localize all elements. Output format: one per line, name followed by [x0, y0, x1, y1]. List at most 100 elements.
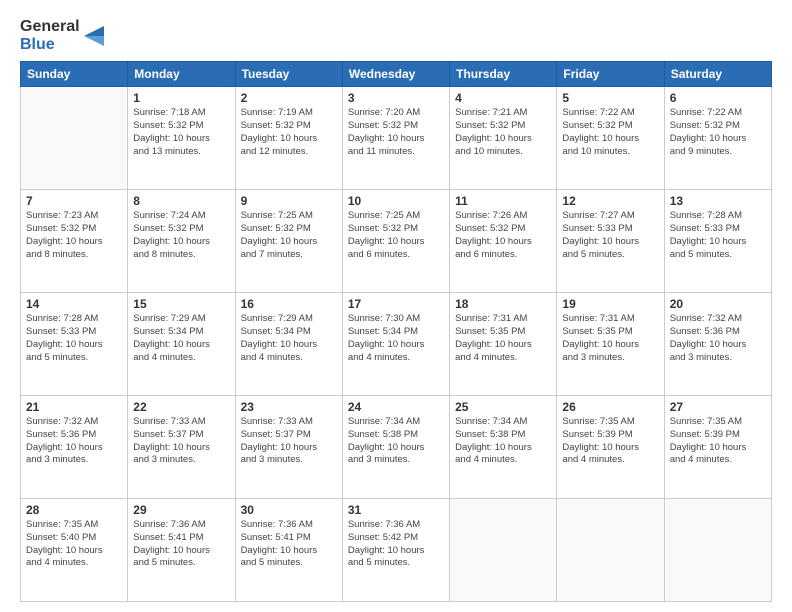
calendar-day-cell: 23 Sunrise: 7:33 AM Sunset: 5:37 PM Dayli… [235, 396, 342, 499]
day-number: 9 [241, 194, 337, 208]
day-number: 24 [348, 400, 444, 414]
calendar-day-cell: 15Sunrise: 7:29 AM Sunset: 5:34 PM Dayli… [128, 293, 235, 396]
page: General Blue SundayMondayTuesdayWednesda… [0, 0, 792, 612]
calendar-day-cell: 20Sunrise: 7:32 AM Sunset: 5:36 PM Dayli… [664, 293, 771, 396]
logo-blue: Blue [20, 36, 80, 54]
calendar-day-cell: 17 Sunrise: 7:30 AM Sunset: 5:34 PM Dayli… [342, 293, 449, 396]
day-info: Sunrise: 7:24 AM Sunset: 5:32 PM Dayligh… [133, 210, 229, 261]
day-info: Sunrise: 7:21 AM Sunset: 5:32 PM Dayligh… [455, 107, 551, 158]
day-number: 7 [26, 194, 122, 208]
day-info: Sunrise: 7:33 AM Sunset: 5:37 PM Dayligh… [133, 416, 229, 467]
calendar-day-cell: 4 Sunrise: 7:21 AM Sunset: 5:32 PM Daylig… [450, 87, 557, 190]
calendar-day-cell: 2 Sunrise: 7:19 AM Sunset: 5:32 PM Daylig… [235, 87, 342, 190]
calendar-week-row: 7 Sunrise: 7:23 AM Sunset: 5:32 PM Daylig… [21, 190, 772, 293]
day-info: Sunrise: 7:32 AM Sunset: 5:36 PM Dayligh… [26, 416, 122, 467]
calendar-table: SundayMondayTuesdayWednesdayThursdayFrid… [20, 61, 772, 602]
day-number: 29 [133, 503, 229, 517]
calendar-day-cell: 1 Sunrise: 7:18 AM Sunset: 5:32 PM Daylig… [128, 87, 235, 190]
day-info: Sunrise: 7:35 AM Sunset: 5:39 PM Dayligh… [670, 416, 766, 467]
day-number: 8 [133, 194, 229, 208]
calendar-day-cell: 6 Sunrise: 7:22 AM Sunset: 5:32 PM Daylig… [664, 87, 771, 190]
logo-general: General [20, 18, 80, 36]
calendar-day-cell: 14 Sunrise: 7:28 AM Sunset: 5:33 PM Dayli… [21, 293, 128, 396]
calendar-header: SundayMondayTuesdayWednesdayThursdayFrid… [21, 62, 772, 87]
calendar-day-cell: 11Sunrise: 7:26 AM Sunset: 5:32 PM Dayli… [450, 190, 557, 293]
day-of-week-header: Saturday [664, 62, 771, 87]
day-number: 10 [348, 194, 444, 208]
day-number: 1 [133, 91, 229, 105]
day-info: Sunrise: 7:36 AM Sunset: 5:41 PM Dayligh… [241, 519, 337, 570]
calendar-day-cell: 8 Sunrise: 7:24 AM Sunset: 5:32 PM Daylig… [128, 190, 235, 293]
day-info: Sunrise: 7:25 AM Sunset: 5:32 PM Dayligh… [348, 210, 444, 261]
day-info: Sunrise: 7:22 AM Sunset: 5:32 PM Dayligh… [562, 107, 658, 158]
calendar-day-cell: 3 Sunrise: 7:20 AM Sunset: 5:32 PM Daylig… [342, 87, 449, 190]
day-info: Sunrise: 7:34 AM Sunset: 5:38 PM Dayligh… [455, 416, 551, 467]
day-number: 18 [455, 297, 551, 311]
day-info: Sunrise: 7:35 AM Sunset: 5:39 PM Dayligh… [562, 416, 658, 467]
day-info: Sunrise: 7:33 AM Sunset: 5:37 PM Dayligh… [241, 416, 337, 467]
day-info: Sunrise: 7:36 AM Sunset: 5:41 PM Dayligh… [133, 519, 229, 570]
day-info: Sunrise: 7:28 AM Sunset: 5:33 PM Dayligh… [26, 313, 122, 364]
calendar-day-cell: 18 Sunrise: 7:31 AM Sunset: 5:35 PM Dayli… [450, 293, 557, 396]
day-number: 26 [562, 400, 658, 414]
calendar-day-cell: 16 Sunrise: 7:29 AM Sunset: 5:34 PM Dayli… [235, 293, 342, 396]
calendar-day-cell: 21Sunrise: 7:32 AM Sunset: 5:36 PM Dayli… [21, 396, 128, 499]
calendar-week-row: 28Sunrise: 7:35 AM Sunset: 5:40 PM Dayli… [21, 499, 772, 602]
day-of-week-header: Monday [128, 62, 235, 87]
calendar-week-row: 14 Sunrise: 7:28 AM Sunset: 5:33 PM Dayli… [21, 293, 772, 396]
day-number: 3 [348, 91, 444, 105]
day-info: Sunrise: 7:29 AM Sunset: 5:34 PM Dayligh… [241, 313, 337, 364]
header: General Blue [20, 18, 772, 53]
day-number: 4 [455, 91, 551, 105]
day-info: Sunrise: 7:30 AM Sunset: 5:34 PM Dayligh… [348, 313, 444, 364]
day-number: 23 [241, 400, 337, 414]
calendar-day-cell [21, 87, 128, 190]
calendar-day-cell: 12Sunrise: 7:27 AM Sunset: 5:33 PM Dayli… [557, 190, 664, 293]
day-info: Sunrise: 7:28 AM Sunset: 5:33 PM Dayligh… [670, 210, 766, 261]
day-of-week-header: Sunday [21, 62, 128, 87]
day-number: 5 [562, 91, 658, 105]
day-info: Sunrise: 7:31 AM Sunset: 5:35 PM Dayligh… [455, 313, 551, 364]
calendar-day-cell: 26 Sunrise: 7:35 AM Sunset: 5:39 PM Dayli… [557, 396, 664, 499]
day-info: Sunrise: 7:36 AM Sunset: 5:42 PM Dayligh… [348, 519, 444, 570]
day-number: 25 [455, 400, 551, 414]
day-info: Sunrise: 7:18 AM Sunset: 5:32 PM Dayligh… [133, 107, 229, 158]
calendar-day-cell [664, 499, 771, 602]
day-info: Sunrise: 7:29 AM Sunset: 5:34 PM Dayligh… [133, 313, 229, 364]
calendar-day-cell: 7 Sunrise: 7:23 AM Sunset: 5:32 PM Daylig… [21, 190, 128, 293]
day-number: 27 [670, 400, 766, 414]
day-of-week-header: Wednesday [342, 62, 449, 87]
calendar-day-cell: 27 Sunrise: 7:35 AM Sunset: 5:39 PM Dayli… [664, 396, 771, 499]
day-number: 17 [348, 297, 444, 311]
day-info: Sunrise: 7:27 AM Sunset: 5:33 PM Dayligh… [562, 210, 658, 261]
calendar-day-cell: 19Sunrise: 7:31 AM Sunset: 5:35 PM Dayli… [557, 293, 664, 396]
day-number: 22 [133, 400, 229, 414]
header-row: SundayMondayTuesdayWednesdayThursdayFrid… [21, 62, 772, 87]
day-info: Sunrise: 7:20 AM Sunset: 5:32 PM Dayligh… [348, 107, 444, 158]
day-number: 2 [241, 91, 337, 105]
calendar-day-cell: 28Sunrise: 7:35 AM Sunset: 5:40 PM Dayli… [21, 499, 128, 602]
day-info: Sunrise: 7:26 AM Sunset: 5:32 PM Dayligh… [455, 210, 551, 261]
day-of-week-header: Friday [557, 62, 664, 87]
calendar-day-cell: 30Sunrise: 7:36 AM Sunset: 5:41 PM Dayli… [235, 499, 342, 602]
day-info: Sunrise: 7:34 AM Sunset: 5:38 PM Dayligh… [348, 416, 444, 467]
calendar-day-cell: 10 Sunrise: 7:25 AM Sunset: 5:32 PM Dayli… [342, 190, 449, 293]
logo-arrow-icon [84, 26, 104, 46]
day-number: 16 [241, 297, 337, 311]
day-number: 20 [670, 297, 766, 311]
day-of-week-header: Tuesday [235, 62, 342, 87]
calendar-body: 1 Sunrise: 7:18 AM Sunset: 5:32 PM Daylig… [21, 87, 772, 602]
calendar-day-cell [557, 499, 664, 602]
calendar-week-row: 1 Sunrise: 7:18 AM Sunset: 5:32 PM Daylig… [21, 87, 772, 190]
day-info: Sunrise: 7:23 AM Sunset: 5:32 PM Dayligh… [26, 210, 122, 261]
day-number: 6 [670, 91, 766, 105]
day-number: 14 [26, 297, 122, 311]
day-number: 31 [348, 503, 444, 517]
calendar-day-cell: 5 Sunrise: 7:22 AM Sunset: 5:32 PM Daylig… [557, 87, 664, 190]
day-info: Sunrise: 7:31 AM Sunset: 5:35 PM Dayligh… [562, 313, 658, 364]
calendar-day-cell: 13Sunrise: 7:28 AM Sunset: 5:33 PM Dayli… [664, 190, 771, 293]
calendar-day-cell: 25 Sunrise: 7:34 AM Sunset: 5:38 PM Dayli… [450, 396, 557, 499]
day-info: Sunrise: 7:19 AM Sunset: 5:32 PM Dayligh… [241, 107, 337, 158]
calendar-day-cell: 24 Sunrise: 7:34 AM Sunset: 5:38 PM Dayli… [342, 396, 449, 499]
day-info: Sunrise: 7:22 AM Sunset: 5:32 PM Dayligh… [670, 107, 766, 158]
